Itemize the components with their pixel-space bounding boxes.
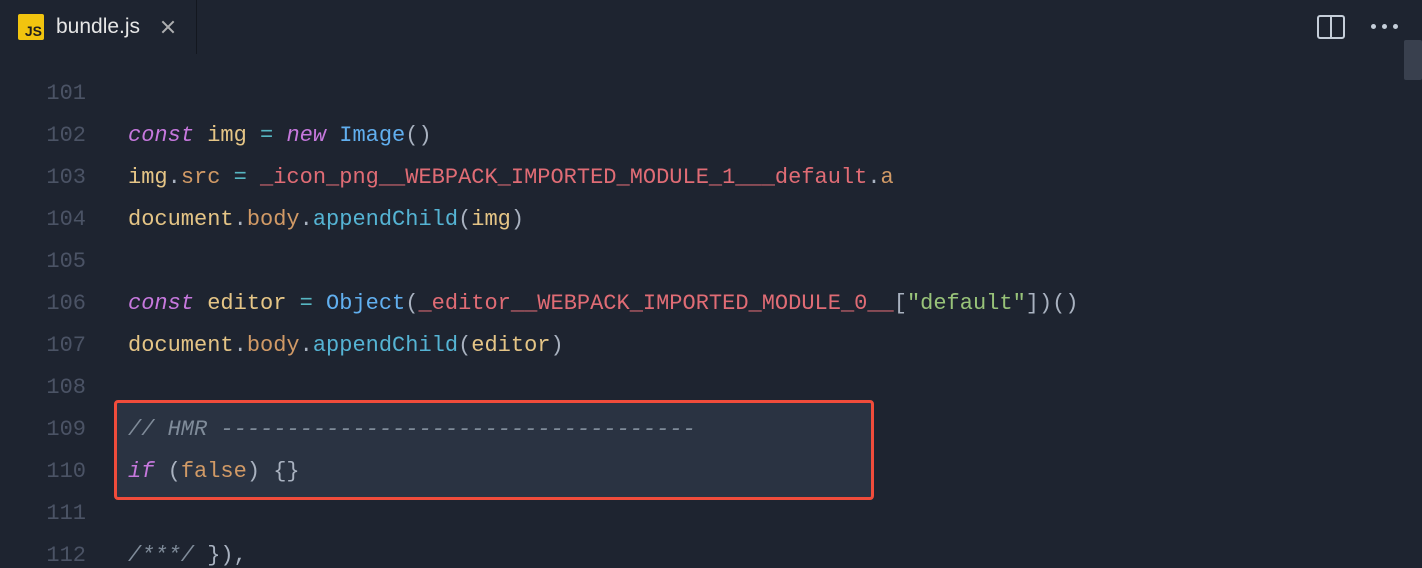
code-line[interactable]: document.body.appendChild(editor) bbox=[108, 324, 1422, 366]
code-line[interactable]: /***/ }), bbox=[108, 534, 1422, 568]
tab-bundle-js[interactable]: JS bundle.js bbox=[0, 0, 197, 54]
split-editor-icon[interactable] bbox=[1317, 15, 1345, 39]
tab-filename-label: bundle.js bbox=[56, 15, 140, 39]
line-number-gutter: 101102103104105106107108109110111112 bbox=[0, 54, 108, 568]
line-number: 107 bbox=[0, 324, 108, 366]
code-line[interactable]: img.src = _icon_png__WEBPACK_IMPORTED_MO… bbox=[108, 156, 1422, 198]
line-number: 110 bbox=[0, 450, 108, 492]
line-number: 104 bbox=[0, 198, 108, 240]
highlight-annotation bbox=[114, 400, 874, 500]
js-file-icon: JS bbox=[18, 14, 44, 40]
line-number: 111 bbox=[0, 492, 108, 534]
code-line[interactable]: const img = new Image() bbox=[108, 114, 1422, 156]
line-number: 102 bbox=[0, 114, 108, 156]
line-number: 105 bbox=[0, 240, 108, 282]
line-number: 103 bbox=[0, 156, 108, 198]
line-number: 101 bbox=[0, 72, 108, 114]
editor-area[interactable]: 101102103104105106107108109110111112 con… bbox=[0, 54, 1422, 568]
line-number: 106 bbox=[0, 282, 108, 324]
more-actions-icon[interactable] bbox=[1371, 24, 1398, 29]
code-line[interactable]: document.body.appendChild(img) bbox=[108, 198, 1422, 240]
line-number: 109 bbox=[0, 408, 108, 450]
code-line[interactable]: const editor = Object(_editor__WEBPACK_I… bbox=[108, 282, 1422, 324]
title-bar: JS bundle.js bbox=[0, 0, 1422, 54]
code-line[interactable] bbox=[108, 240, 1422, 282]
scrollbar-thumb[interactable] bbox=[1404, 40, 1422, 80]
line-number: 108 bbox=[0, 366, 108, 408]
line-number: 112 bbox=[0, 534, 108, 568]
tab-strip: JS bundle.js bbox=[0, 0, 197, 53]
code-content[interactable]: const img = new Image()img.src = _icon_p… bbox=[108, 54, 1422, 568]
code-line[interactable] bbox=[108, 72, 1422, 114]
close-icon[interactable] bbox=[158, 17, 178, 37]
